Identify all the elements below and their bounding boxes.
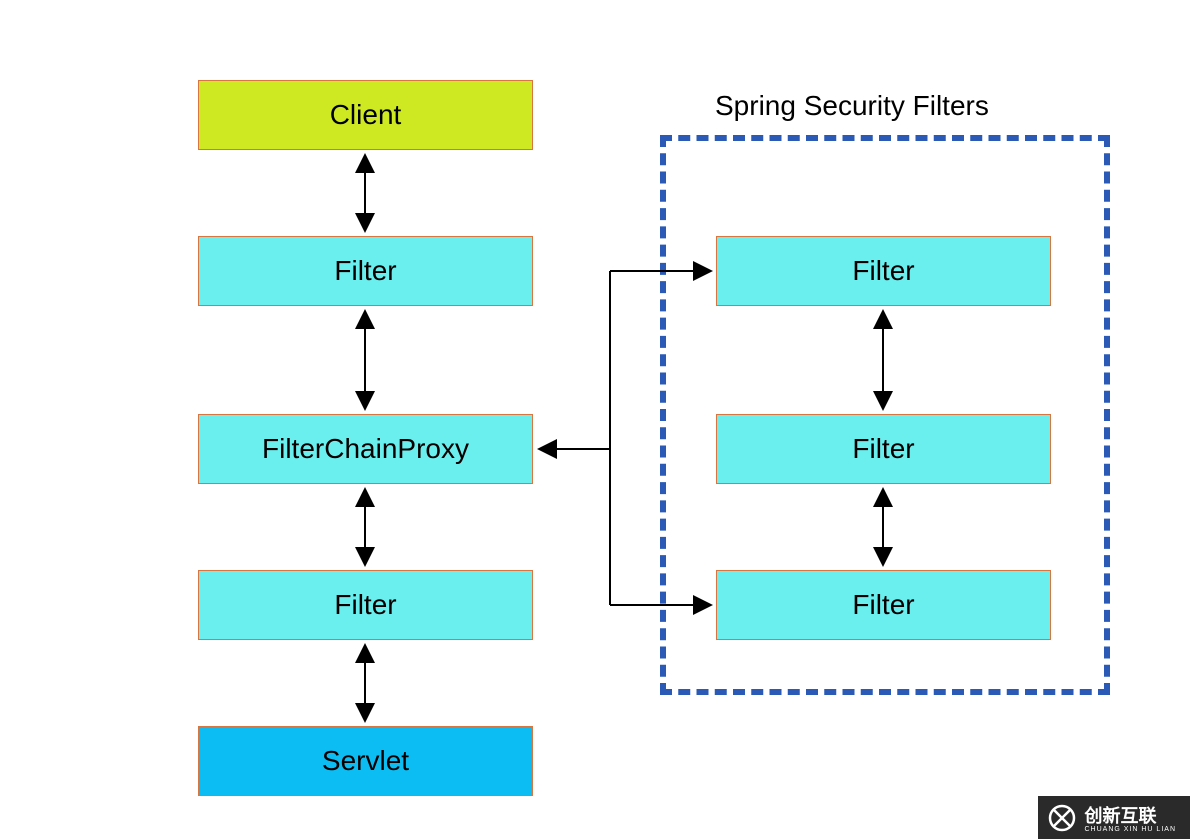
filter-box-right-2: Filter [716,414,1051,484]
watermark-sub: CHUANG XIN HU LIAN [1084,826,1176,833]
filter-label: Filter [852,255,914,287]
filter-label: Filter [334,589,396,621]
container-title: Spring Security Filters [715,90,989,122]
filter-box-left-1: Filter [198,236,533,306]
filter-chain-proxy-box: FilterChainProxy [198,414,533,484]
servlet-label: Servlet [322,745,409,777]
filter-label: Filter [852,589,914,621]
filter-box-right-3: Filter [716,570,1051,640]
watermark-brand: 创新互联 [1084,806,1156,826]
filter-box-right-1: Filter [716,236,1051,306]
client-label: Client [330,99,402,131]
filter-box-left-3: Filter [198,570,533,640]
filter-label: Filter [852,433,914,465]
filter-chain-proxy-label: FilterChainProxy [262,433,469,465]
watermark-text: 创新互联 CHUANG XIN HU LIAN [1084,802,1176,833]
client-box: Client [198,80,533,150]
filter-label: Filter [334,255,396,287]
servlet-box: Servlet [198,726,533,796]
watermark-logo-icon [1048,804,1076,832]
watermark: 创新互联 CHUANG XIN HU LIAN [1038,796,1190,839]
